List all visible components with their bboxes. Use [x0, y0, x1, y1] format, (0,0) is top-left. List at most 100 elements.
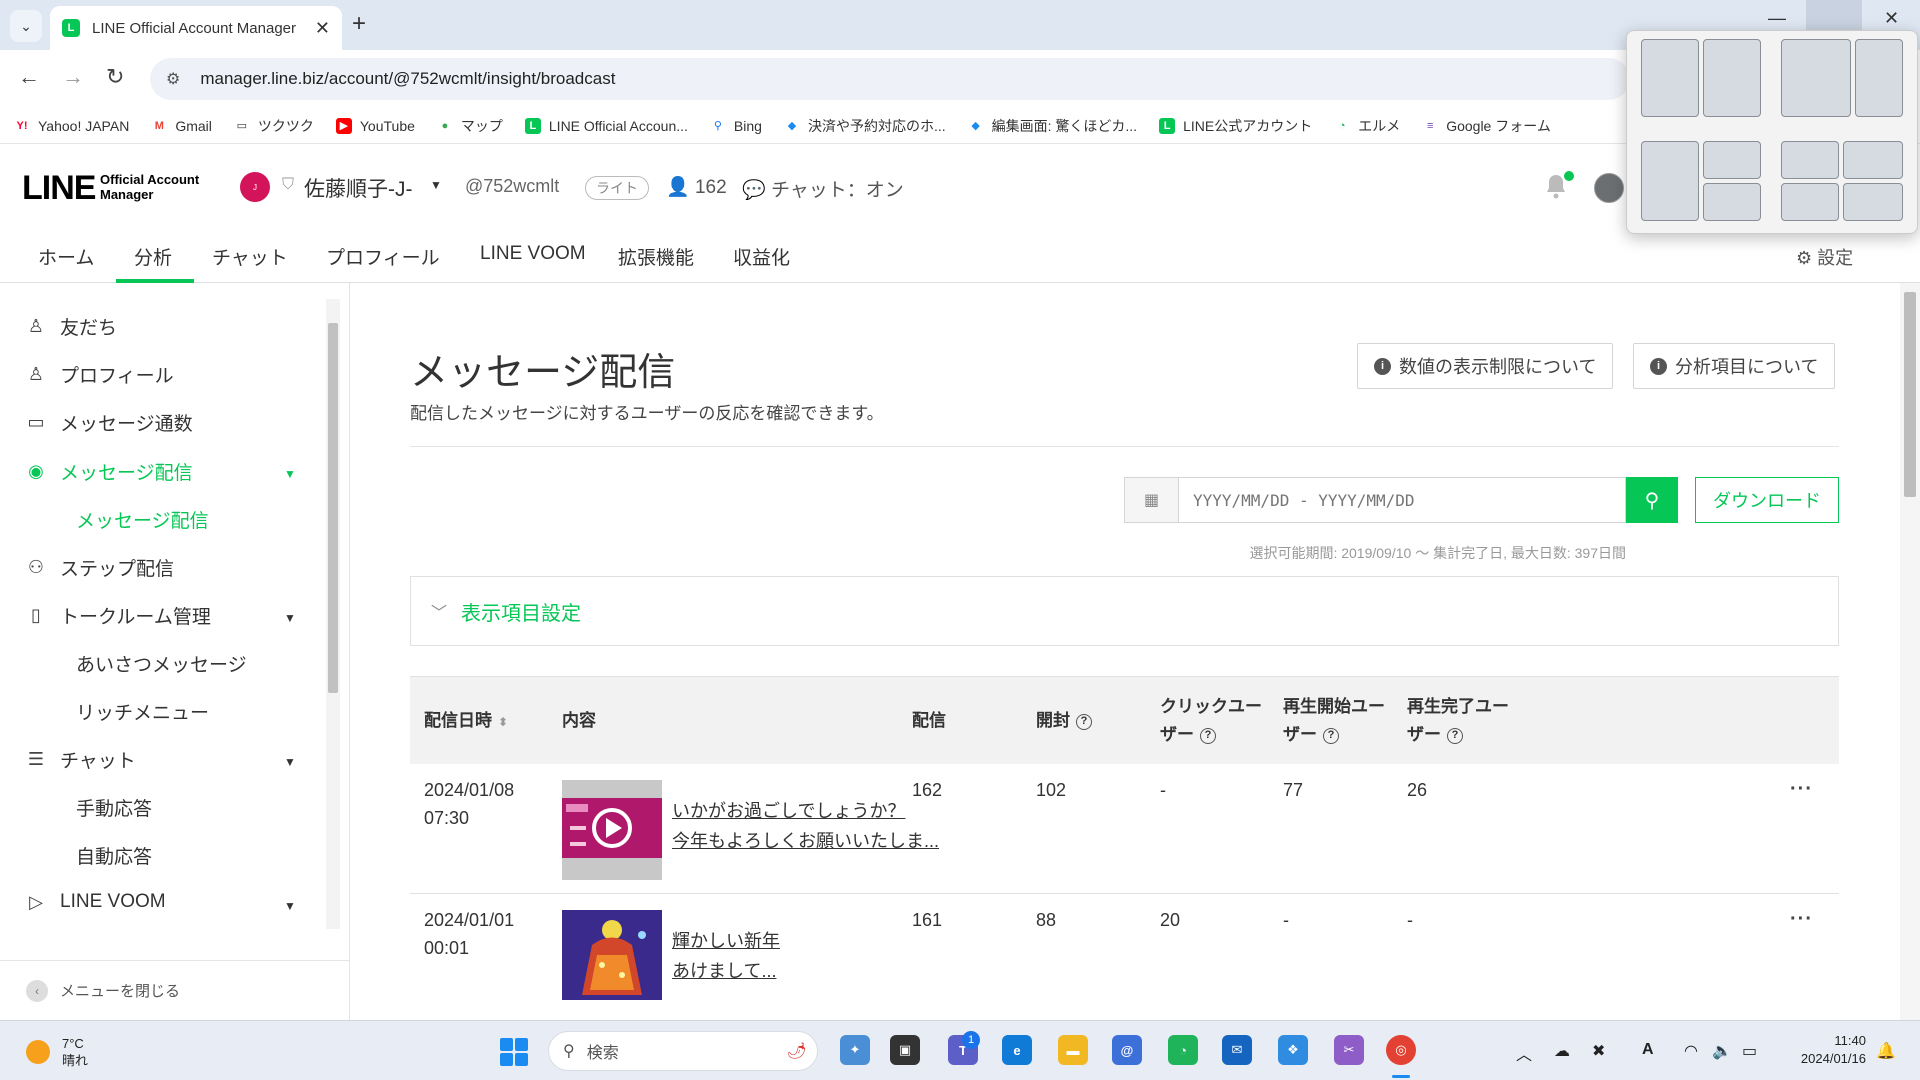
snap-zone[interactable]	[1781, 39, 1851, 117]
bookmark-item[interactable]: ◆ 決済や予約対応のホ...	[784, 116, 946, 136]
mail-app-icon[interactable]: @	[1112, 1035, 1142, 1065]
chevron-up-icon[interactable]: ︿	[1516, 1041, 1532, 1065]
user-avatar[interactable]	[1594, 173, 1624, 203]
ime-icon[interactable]: A	[1642, 1041, 1654, 1059]
sidebar-item-voom[interactable]: ▷ LINE VOOM	[24, 890, 166, 914]
back-icon[interactable]: ←	[18, 64, 40, 90]
reload-icon[interactable]: ↻	[106, 64, 124, 90]
forward-icon[interactable]: →	[62, 64, 84, 90]
help-icon[interactable]: ?	[1323, 727, 1339, 744]
start-button[interactable]	[500, 1038, 528, 1066]
snap-zone[interactable]	[1703, 39, 1761, 117]
copilot-icon[interactable]: ✦	[840, 1035, 870, 1065]
display-settings-toggle[interactable]: ﹀ 表示項目設定	[410, 576, 1839, 646]
sidebar-subitem-auto[interactable]: 自動応答	[76, 842, 152, 869]
minimize-icon[interactable]: —	[1768, 8, 1786, 29]
sort-icon[interactable]: ⬍	[498, 715, 508, 729]
url-text[interactable]: manager.line.biz/account/@752wcmlt/insig…	[200, 69, 615, 89]
bookmark-item[interactable]: M Gmail	[151, 118, 212, 134]
tab-close-icon[interactable]: ✕	[315, 18, 330, 39]
tab-profile[interactable]: プロフィール	[326, 243, 440, 270]
sidebar-item-chat[interactable]: ☰ チャット	[24, 746, 136, 773]
snap-zone[interactable]	[1855, 39, 1903, 117]
account-name[interactable]: 佐藤順子-J-	[304, 173, 413, 203]
sidebar-item-message-count[interactable]: ▭ メッセージ通数	[24, 409, 192, 436]
chevron-down-icon[interactable]: ▼	[284, 755, 296, 769]
bookmark-item[interactable]: ▭ ツクツク	[234, 116, 314, 136]
display-limits-button[interactable]: i 数値の表示制限について	[1357, 343, 1614, 389]
chevron-down-icon[interactable]: ▼	[284, 467, 296, 481]
sidebar-subitem-broadcast[interactable]: メッセージ配信	[76, 506, 209, 533]
sidebar-subitem-greeting[interactable]: あいさつメッセージ	[76, 650, 247, 677]
snap-zone[interactable]	[1781, 141, 1839, 179]
settings-app-icon[interactable]: ❖	[1278, 1035, 1308, 1065]
taskbar-search[interactable]: ⚲ 検索 🌶	[548, 1031, 818, 1071]
cloud-icon[interactable]: ☁	[1554, 1041, 1570, 1061]
sidebar-subitem-rich-menu[interactable]: リッチメニュー	[76, 698, 209, 725]
download-button[interactable]: ダウンロード	[1695, 477, 1839, 523]
analysis-items-button[interactable]: i 分析項目について	[1633, 343, 1836, 389]
battery-icon[interactable]: ▭	[1742, 1041, 1757, 1061]
snap-zone[interactable]	[1641, 39, 1699, 117]
task-view-icon[interactable]: ▣	[890, 1035, 920, 1065]
omnibox[interactable]: ⚙ manager.line.biz/account/@752wcmlt/ins…	[150, 58, 1630, 100]
weather-widget[interactable]: 7°C 晴れ	[26, 1035, 88, 1069]
bookmark-item[interactable]: L LINE公式アカウント	[1159, 116, 1312, 136]
tab-list-button[interactable]: ⌄	[10, 10, 42, 42]
bookmark-item[interactable]: L LINE Official Accoun...	[524, 117, 688, 134]
sidebar-scroll-thumb[interactable]	[328, 323, 338, 693]
chrome-icon[interactable]: ◎	[1386, 1035, 1416, 1065]
col-date[interactable]: 配信日時 ⬍	[424, 707, 508, 736]
chevron-down-icon[interactable]: ▼	[284, 611, 296, 625]
snap-zone[interactable]	[1781, 183, 1839, 221]
mail-icon[interactable]: ✉	[1222, 1035, 1252, 1065]
line-logo[interactable]: LINE	[22, 169, 96, 208]
snap-zone[interactable]	[1843, 141, 1903, 179]
snap-zone[interactable]	[1843, 183, 1903, 221]
sidebar-item-profile[interactable]: ♙ プロフィール	[24, 361, 174, 388]
chevron-down-icon[interactable]: ▼	[430, 178, 442, 192]
account-avatar[interactable]: J	[240, 172, 270, 202]
bookmark-item[interactable]: ◆ 編集画面: 驚くほどカ...	[968, 116, 1137, 136]
close-menu-button[interactable]: ‹ メニューを閉じる	[0, 960, 350, 1020]
date-range-input[interactable]	[1179, 478, 1625, 522]
bookmark-item[interactable]: ⚲ Bing	[710, 118, 762, 134]
calendar-icon[interactable]: ▦	[1125, 478, 1179, 522]
help-icon[interactable]: ?	[1447, 727, 1463, 744]
clock[interactable]: 11:40 2024/01/16	[1786, 1032, 1866, 1068]
message-link-line-2[interactable]: 今年もよろしくお願いいたしま...	[672, 826, 939, 856]
more-options-icon[interactable]: ···	[1790, 778, 1813, 801]
tab-extensions[interactable]: 拡張機能	[618, 243, 694, 270]
site-settings-icon[interactable]: ⚙	[166, 69, 180, 89]
image-thumbnail[interactable]	[562, 910, 662, 1000]
bookmark-item[interactable]: ◔ エルメ	[1334, 116, 1400, 136]
snap-zone[interactable]	[1703, 183, 1761, 221]
tab-monetization[interactable]: 収益化	[733, 243, 790, 270]
close-circle-icon[interactable]: ✖	[1592, 1041, 1605, 1061]
message-link-line-2[interactable]: あけまして...	[672, 956, 776, 986]
page-scroll-thumb[interactable]	[1904, 292, 1916, 497]
edge-icon[interactable]: e	[1002, 1035, 1032, 1065]
snipping-tool-icon[interactable]: ✂	[1334, 1035, 1364, 1065]
help-icon[interactable]: ?	[1200, 727, 1216, 744]
bookmark-item[interactable]: ≡ Google フォーム	[1422, 116, 1551, 136]
new-tab-icon[interactable]: +	[352, 10, 366, 38]
bookmark-item[interactable]: ● マップ	[437, 116, 503, 136]
sidebar-subitem-manual[interactable]: 手動応答	[76, 794, 152, 821]
bookmark-item[interactable]: ▶ YouTube	[335, 117, 415, 134]
chevron-down-icon[interactable]: ▼	[284, 899, 296, 913]
message-link-line-1[interactable]: いかがお過ごしでしょうか？	[672, 796, 905, 826]
tab-line-voom[interactable]: LINE VOOM	[480, 243, 586, 265]
browser-tab[interactable]: L LINE Official Account Manager ✕	[50, 6, 342, 50]
more-options-icon[interactable]: ···	[1790, 908, 1813, 931]
tab-home[interactable]: ホーム	[38, 243, 94, 270]
snap-zone[interactable]	[1703, 141, 1761, 179]
snap-zone[interactable]	[1641, 141, 1699, 221]
file-explorer-icon[interactable]: ▬	[1058, 1035, 1088, 1065]
tab-analytics[interactable]: 分析	[134, 243, 172, 270]
help-icon[interactable]: ?	[1076, 713, 1092, 730]
search-button[interactable]: ⚲	[1626, 477, 1678, 523]
notification-bell-icon[interactable]: 🔔	[1876, 1041, 1896, 1061]
volume-icon[interactable]: 🔈	[1712, 1041, 1732, 1061]
settings-link[interactable]: ⚙ 設定	[1796, 244, 1853, 270]
